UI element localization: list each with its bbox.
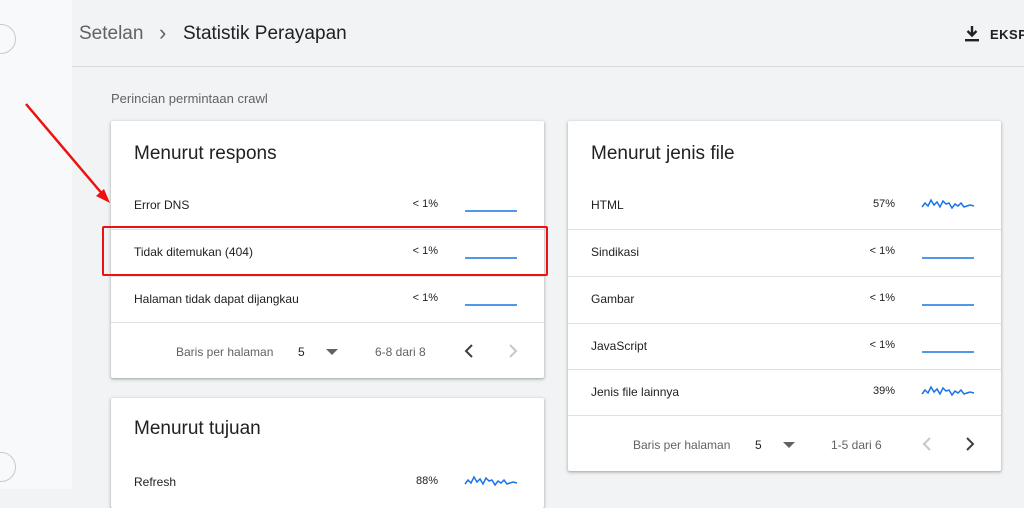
row-percentage: < 1% bbox=[412, 292, 438, 304]
page-header: Setelan › Statistik Perayapan EKSP bbox=[72, 0, 1024, 67]
nav-circle-icon[interactable] bbox=[0, 452, 16, 482]
row-label: HTML bbox=[591, 198, 624, 212]
table-row[interactable]: Jenis file lainnya 39% bbox=[568, 369, 1001, 416]
sparkline-icon bbox=[921, 198, 975, 210]
sparkline-icon bbox=[465, 210, 517, 212]
page-range: 1-5 dari 6 bbox=[831, 438, 882, 452]
row-label: Halaman tidak dapat dijangkau bbox=[134, 292, 299, 306]
card-by-file-type: Menurut jenis file HTML 57% Sindikasi < … bbox=[568, 121, 1001, 471]
page-range: 6-8 dari 8 bbox=[375, 345, 426, 359]
card-title: Menurut jenis file bbox=[591, 143, 735, 164]
rows-per-page-label: Baris per halaman bbox=[176, 345, 274, 359]
export-button[interactable]: EKSP bbox=[963, 24, 1024, 44]
row-label: Refresh bbox=[134, 475, 177, 489]
sparkline-icon bbox=[922, 257, 974, 259]
row-label: Jenis file lainnya bbox=[591, 385, 680, 399]
table-row[interactable]: Halaman tidak dapat dijangkau < 1% bbox=[111, 276, 544, 323]
sparkline-icon bbox=[464, 475, 518, 487]
card-title: Menurut respons bbox=[134, 143, 277, 164]
annotation-arrow-icon bbox=[25, 103, 110, 203]
row-label: Gambar bbox=[591, 292, 635, 306]
download-icon bbox=[965, 26, 979, 42]
chevron-left-icon[interactable] bbox=[922, 437, 932, 451]
sparkline-icon bbox=[465, 304, 517, 306]
section-title: Perincian permintaan crawl bbox=[111, 91, 268, 106]
card-by-purpose: Menurut tujuan Refresh 88% bbox=[111, 398, 544, 508]
row-percentage: < 1% bbox=[869, 292, 895, 304]
annotation-highlight-box bbox=[102, 226, 548, 276]
table-row[interactable]: Gambar < 1% bbox=[568, 276, 1001, 323]
table-row[interactable]: Error DNS < 1% bbox=[111, 183, 544, 229]
dropdown-arrow-icon[interactable] bbox=[783, 442, 795, 449]
rows-per-page-value[interactable]: 5 bbox=[298, 345, 305, 359]
table-row[interactable]: JavaScript < 1% bbox=[568, 323, 1001, 370]
row-percentage: 57% bbox=[872, 198, 895, 210]
rows-per-page-value[interactable]: 5 bbox=[755, 438, 762, 452]
table-row[interactable]: Sindikasi < 1% bbox=[568, 229, 1001, 276]
chevron-left-icon[interactable] bbox=[464, 344, 474, 358]
row-label: Error DNS bbox=[134, 198, 190, 212]
pagination-bar: Baris per halaman 5 1-5 dari 6 bbox=[568, 415, 1001, 471]
page-title: Statistik Perayapan bbox=[183, 23, 347, 44]
sparkline-icon bbox=[922, 304, 974, 306]
sparkline-icon bbox=[922, 351, 974, 353]
row-percentage: 88% bbox=[415, 475, 438, 487]
row-percentage: < 1% bbox=[412, 198, 438, 210]
pagination-bar: Baris per halaman 5 6-8 dari 8 bbox=[111, 322, 544, 378]
chevron-right-icon[interactable] bbox=[965, 437, 975, 451]
export-label: EKSP bbox=[990, 26, 1024, 42]
row-percentage: 39% bbox=[872, 385, 895, 397]
card-title: Menurut tujuan bbox=[134, 418, 261, 439]
table-row[interactable]: Refresh 88% bbox=[111, 460, 544, 506]
rows-per-page-label: Baris per halaman bbox=[633, 438, 731, 452]
row-label: JavaScript bbox=[591, 339, 648, 353]
row-label: Sindikasi bbox=[591, 245, 640, 259]
table-row[interactable]: HTML 57% bbox=[568, 183, 1001, 229]
dropdown-arrow-icon[interactable] bbox=[326, 349, 338, 356]
row-percentage: < 1% bbox=[869, 339, 895, 351]
sparkline-icon bbox=[921, 385, 975, 397]
row-percentage: < 1% bbox=[869, 245, 895, 257]
breadcrumb-separator: › bbox=[159, 20, 167, 45]
chevron-right-icon[interactable] bbox=[508, 344, 518, 358]
